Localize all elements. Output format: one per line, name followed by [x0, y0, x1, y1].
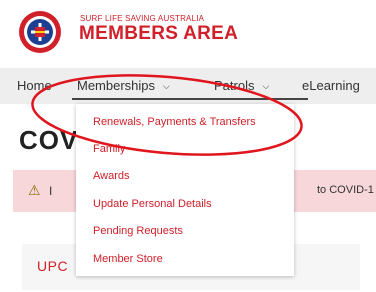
menu-item-renewals[interactable]: Renewals, Payments & Transfers	[93, 116, 256, 128]
chevron-down-icon: ⌵	[163, 81, 170, 91]
warning-icon: ⚠	[28, 182, 41, 198]
nav-elearning[interactable]: eLearning	[302, 78, 360, 93]
menu-item-member-store[interactable]: Member Store	[93, 253, 163, 265]
alert-text-end[interactable]: to COVID-1	[317, 184, 374, 196]
upcoming-card-title: UPC	[37, 258, 69, 274]
nav-memberships-label: Memberships	[77, 78, 156, 93]
page-title: COV	[19, 125, 79, 155]
memberships-dropdown-menu: Renewals, Payments & Transfers Family Aw…	[76, 104, 294, 276]
site-header: SURF LIFE SAVING AUSTRALIA MEMBERS AREA	[0, 0, 376, 64]
nav-patrols[interactable]: Patrols ⌵	[214, 78, 269, 93]
active-nav-underline	[72, 98, 308, 100]
members-area-title: MEMBERS AREA	[79, 23, 239, 44]
nav-home[interactable]: Home	[17, 78, 52, 93]
menu-item-update-personal-details[interactable]: Update Personal Details	[93, 198, 212, 210]
menu-item-family[interactable]: Family	[93, 143, 125, 155]
menu-item-awards[interactable]: Awards	[93, 170, 129, 182]
nav-memberships[interactable]: Memberships ⌵	[77, 78, 170, 93]
alert-text-start: I	[49, 184, 53, 198]
menu-item-pending-requests[interactable]: Pending Requests	[93, 225, 183, 237]
surf-life-saving-logo-icon[interactable]	[18, 10, 62, 54]
chevron-down-icon: ⌵	[262, 81, 270, 91]
org-name: SURF LIFE SAVING AUSTRALIA	[80, 14, 205, 23]
nav-patrols-label: Patrols	[214, 78, 255, 93]
